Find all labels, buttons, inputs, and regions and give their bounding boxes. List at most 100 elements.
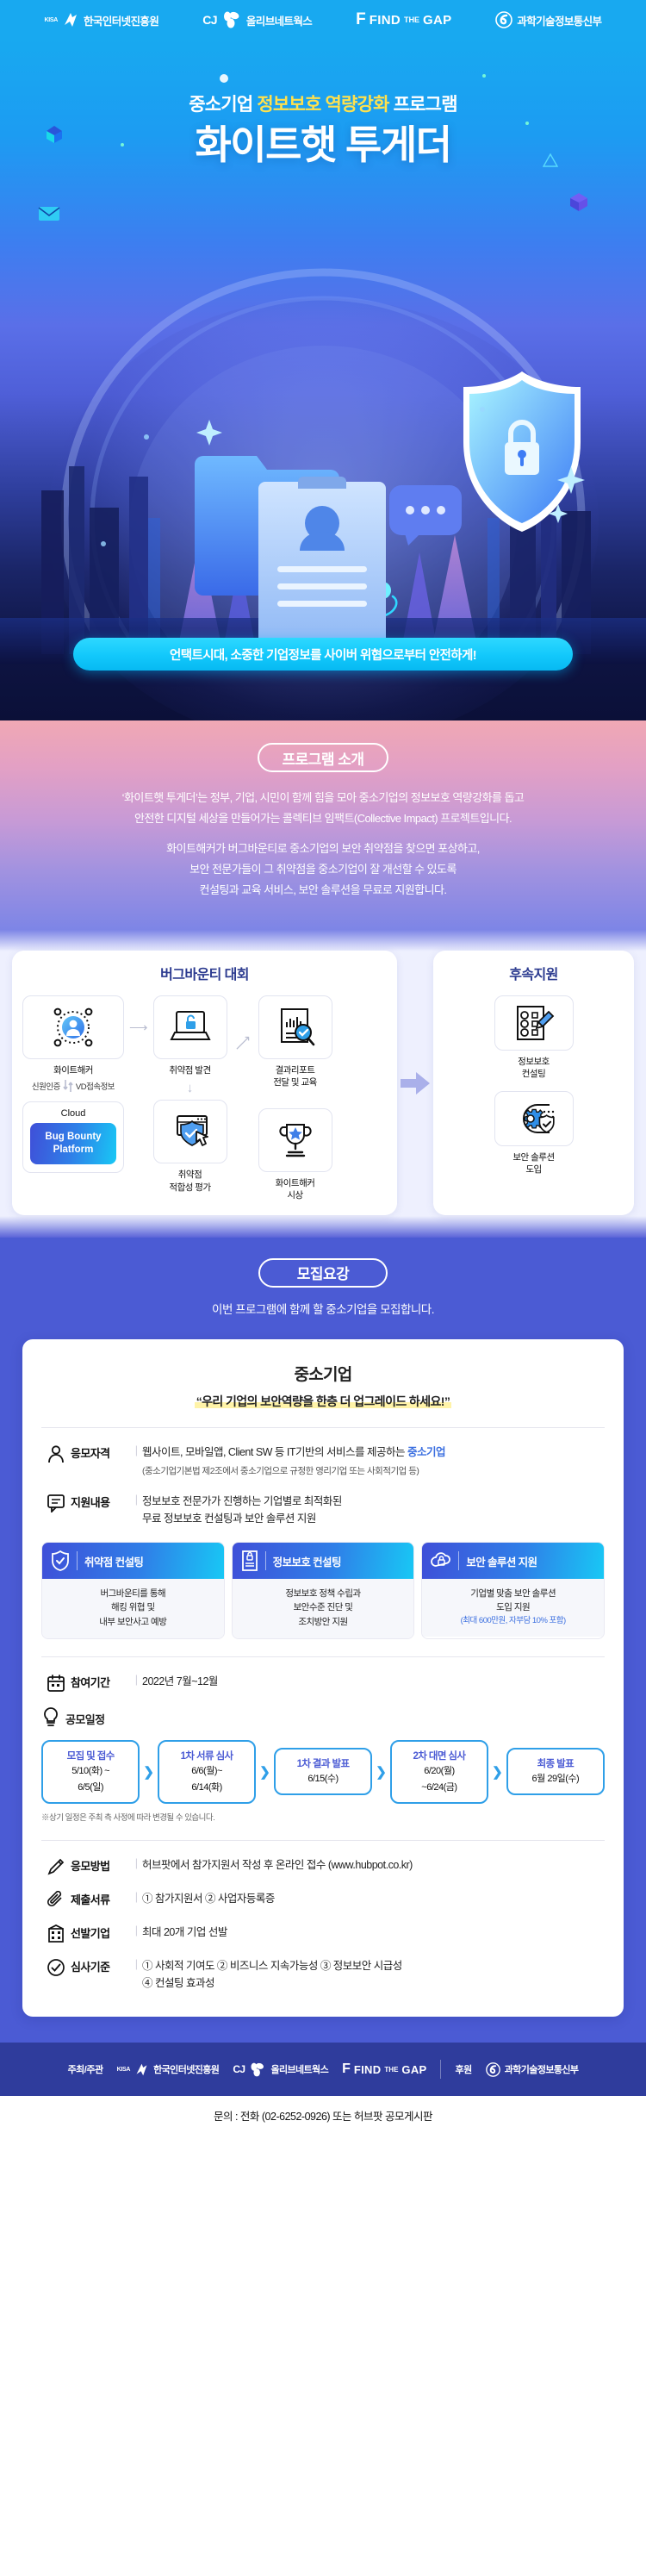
- footer-kisa-label: 한국인터넷진흥원: [153, 2062, 219, 2076]
- intro-section: 프로그램 소개 ‘화이트햇 투게더’는 정부, 기업, 시민이 함께 힘을 모아…: [0, 720, 646, 930]
- mojip-card: 중소기업 “우리 기업의 보안역량을 한층 더 업그레이드 하세요!” 응모자격…: [22, 1339, 624, 2017]
- footer-findgap-logo: F FIND THE GAP: [342, 2061, 426, 2077]
- cj-blossom-icon: [221, 11, 242, 28]
- consulting-line1: 정보보호: [518, 1056, 550, 1068]
- row-period: 참여기간 | 2022년 7월~12월: [41, 1673, 605, 1693]
- row-divider-5: |: [131, 1890, 142, 1903]
- person-icon: [41, 1444, 71, 1463]
- timeline-step-4-head: 2차 대면 심사: [394, 1749, 485, 1762]
- row-period-key: 참여기간: [71, 1673, 131, 1690]
- bugbounty-panel-title: 버그바운티 대회: [22, 963, 387, 983]
- report-search-icon: [275, 1007, 316, 1047]
- confetti-cube-right: [568, 190, 589, 217]
- schedule-header: 공모일정: [41, 1706, 605, 1731]
- vuln-found-icon-box: [153, 995, 227, 1059]
- award-label: 화이트해커 시상: [276, 1177, 315, 1201]
- findgap-f-icon: F: [356, 10, 366, 29]
- msit-swirl-icon: [495, 11, 512, 28]
- row-apply-method: 응모방법 | 허브팟에서 참가지원서 작성 후 온라인 접수 (www.hubp…: [41, 1856, 605, 1876]
- hero-section: 중소기업 정보보호 역량강화 프로그램 화이트햇 투게더: [0, 40, 646, 720]
- support-card-2-body: 정보보호 정책 수립과 보안수준 진단 및 조치방안 지원: [233, 1579, 414, 1638]
- white-hacker-sub-left: 신원인증: [32, 1080, 60, 1092]
- vuln-assess-line1: 취약점: [169, 1169, 210, 1181]
- support-card-3-body: 기업별 맞춤 보안 솔루션 도입 지원 (최대 600만원, 자부담 10% 포…: [422, 1579, 604, 1637]
- hero-tagline-banner: 언택트시대, 소중한 기업정보를 사이버 위협으로부터 안전하게!: [73, 638, 573, 671]
- followup-item-solution: 보안 솔루션 도입: [442, 1091, 625, 1176]
- footer-kisa-sub: KISA: [117, 2067, 131, 2073]
- followup-panel-title: 후속지원: [442, 963, 625, 983]
- diagram-section: 버그바운티 대회: [0, 930, 646, 1238]
- footer-msit-logo: 과학기술정보통신부: [486, 2062, 579, 2077]
- schedule-key: 공모일정: [65, 1711, 104, 1727]
- mojip-body: 중소기업 “우리 기업의 보안역량을 한층 더 업그레이드 하세요!” 응모자격…: [0, 1339, 646, 2043]
- row-qualification-value: 웹사이트, 모바일앱, Client SW 등 IT기반의 서비스를 제공하는 …: [142, 1444, 605, 1479]
- msit-logo: 과학기술정보통신부: [495, 11, 601, 28]
- row-qualification-key: 응모자격: [71, 1444, 131, 1461]
- white-hacker-label: 화이트해커: [53, 1064, 93, 1076]
- intro-paragraph-2-line-1: 화이트해커가 버그바운티로 중소기업의 보안 취약점을 찾으면 포상하고,: [0, 839, 646, 859]
- report-line1: 결과리포트: [273, 1064, 317, 1076]
- row-divider-2: |: [131, 1493, 142, 1506]
- vuln-found-label: 취약점 발견: [169, 1064, 210, 1076]
- support-card-2-line3: 조치방안 지원: [238, 1615, 409, 1629]
- flow-arrow-1-icon: ⟶: [129, 1021, 148, 1034]
- bug-bounty-platform-button[interactable]: Bug Bounty Platform: [30, 1123, 116, 1164]
- bb-platform-line1: Bug Bounty: [34, 1131, 113, 1144]
- timeline-step-2-date1: 6/6(월)~: [161, 1765, 252, 1779]
- timeline-step-1-head: 모집 및 접수: [45, 1749, 136, 1762]
- timeline-step-1-date2: 6/5(일): [45, 1781, 136, 1795]
- footer-cj-blossom-icon: [249, 2062, 266, 2077]
- footer-sponsor-label: 후원: [455, 2062, 471, 2076]
- timeline-step-3: 1차 결과 발표 6/15(수): [274, 1748, 372, 1795]
- laptop-unlock-icon: [170, 1008, 211, 1046]
- bugbounty-panel: 버그바운티 대회: [12, 951, 397, 1215]
- hero-subtitle-part1: 중소기업: [189, 95, 257, 115]
- fat-arrow-icon: [401, 1072, 430, 1095]
- shield-click-icon: [169, 1113, 212, 1151]
- row-period-value: 2022년 7월~12월: [142, 1673, 605, 1691]
- check-circle-icon: [41, 1957, 71, 1977]
- timeline-chevron-1-icon: ❯: [143, 1764, 154, 1780]
- kisa-logo: KISA 한국인터넷진흥원: [44, 11, 158, 28]
- footer-cj-label: 올리브네트웍스: [270, 2062, 328, 2076]
- hero-subtitle-highlight: 정보보호 역량강화: [257, 95, 388, 115]
- intro-paragraph-2-line-3: 컨설팅과 교육 서비스, 보안 솔루션을 무료로 지원합니다.: [0, 880, 646, 901]
- support-cards: 취약점 컨설팅 버그바운티를 통해 해킹 위협 및 내부 보안사고 예방: [41, 1542, 605, 1639]
- footer-cj-sub: CJ: [233, 2063, 245, 2075]
- row-documents-key: 제출서류: [71, 1890, 131, 1907]
- consulting-icon-box: [494, 995, 574, 1051]
- mojip-card-title: 중소기업: [41, 1362, 605, 1385]
- solution-icon-box: [494, 1091, 574, 1146]
- hero-subtitle-part2: 프로그램: [389, 95, 457, 115]
- document-lock-icon: [241, 1550, 258, 1571]
- award-icon-box: [258, 1108, 332, 1172]
- timeline-step-4-date2: ~6/24(금): [394, 1781, 485, 1795]
- row-divider-3: |: [131, 1673, 142, 1686]
- hero-title-block: 중소기업 정보보호 역량강화 프로그램 화이트햇 투게더: [0, 40, 646, 168]
- row-divider-1: |: [131, 1444, 142, 1456]
- support-card-3-title: 보안 솔루션 지원: [466, 1553, 537, 1569]
- timeline-step-5-date1: 6월 29일(수): [510, 1773, 601, 1787]
- row-apply-method-value[interactable]: 허브팟에서 참가지원서 작성 후 온라인 접수 (www.hubpot.co.k…: [142, 1856, 605, 1874]
- qualification-blue: 중소기업: [407, 1446, 445, 1458]
- bb-platform-line2: Platform: [34, 1144, 113, 1157]
- support-card-1-line2: 해킹 위협 및: [47, 1600, 219, 1614]
- survey-pencil-icon: [512, 1004, 556, 1042]
- criteria-line1: ① 사회적 기여도 ② 비즈니스 지속가능성 ③ 정보보안 시급성: [142, 1957, 605, 1975]
- updown-arrow-icon: [63, 1079, 73, 1093]
- footer-separator: [440, 2060, 441, 2079]
- footer-msit-swirl-icon: [486, 2062, 500, 2077]
- footer-host-label: 주최/주관: [68, 2062, 103, 2076]
- support-card-3-line1: 기업별 맞춤 보안 솔루션: [427, 1587, 599, 1600]
- kisa-mark-icon: [62, 11, 79, 28]
- timeline-step-5-head: 최종 발표: [510, 1756, 601, 1770]
- intro-paragraph-1-line-2: 안전한 디지털 세상을 만들어가는 콜렉티브 임팩트(Collective Im…: [0, 808, 646, 829]
- followup-panel: 후속지원: [433, 951, 634, 1215]
- intro-pill-title: 프로그램 소개: [258, 743, 388, 772]
- support-card-2-head: 정보보호 컨설팅: [233, 1543, 414, 1579]
- row-selected-key: 선발기업: [71, 1924, 131, 1941]
- support-line2: 무료 정보보호 컨설팅과 보안 솔루션 지원: [142, 1510, 605, 1528]
- flow-arrow-down-icon: ↓: [187, 1082, 194, 1095]
- row-documents: 제출서류 | ① 참가지원서 ② 사업자등록증: [41, 1890, 605, 1910]
- support-card-2-line1: 정보보호 정책 수립과: [238, 1587, 409, 1600]
